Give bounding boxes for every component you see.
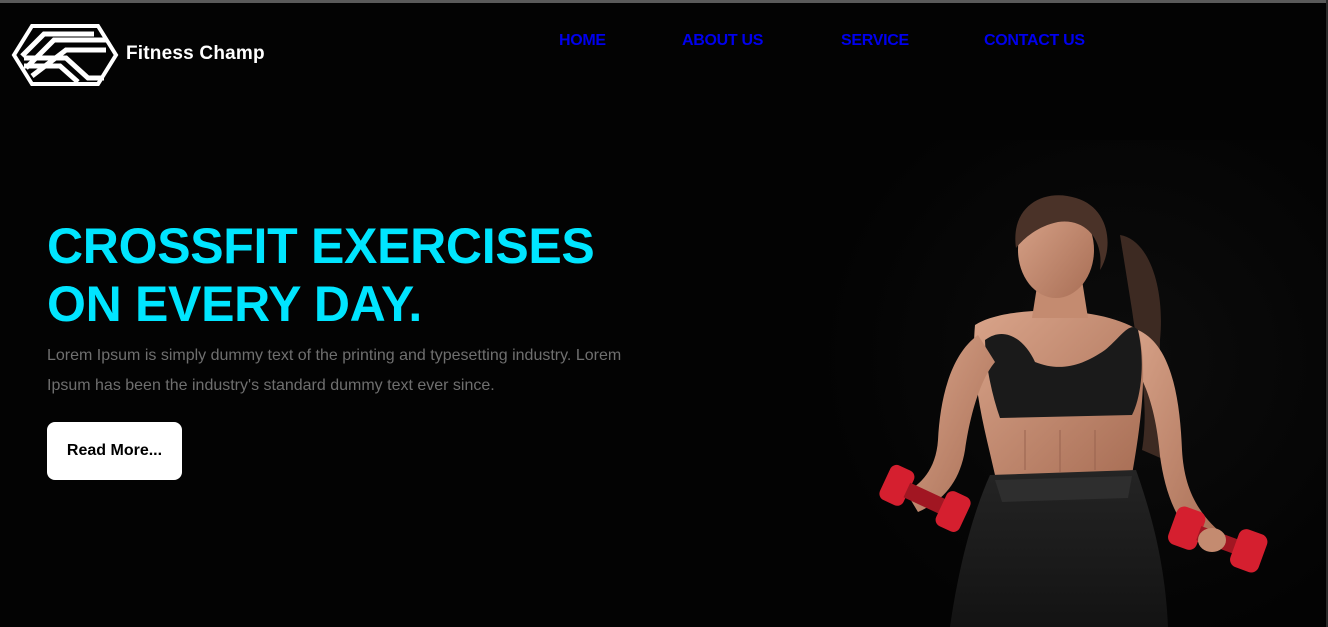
nav-link-home[interactable]: HOME xyxy=(559,32,606,50)
nav-link-contact-us[interactable]: CONTACT US xyxy=(984,32,1085,50)
nav-link-service[interactable]: SERVICE xyxy=(841,32,909,50)
main-nav: HOME ABOUT US SERVICE CONTACT US xyxy=(0,32,1328,52)
hero-description: Lorem Ipsum is simply dummy text of the … xyxy=(47,347,622,394)
hero-title-line-2: ON EVERY DAY. xyxy=(47,276,422,332)
top-border xyxy=(0,0,1328,3)
page: Fitness Champ HOME ABOUT US SERVICE CONT… xyxy=(0,0,1328,627)
read-more-button[interactable]: Read More... xyxy=(47,422,182,480)
hero-athlete-image xyxy=(820,140,1325,627)
hero-title: CROSSFIT EXERCISES ON EVERY DAY. xyxy=(47,217,595,333)
nav-link-about-us[interactable]: ABOUT US xyxy=(682,32,763,50)
hero-title-line-1: CROSSFIT EXERCISES xyxy=(47,218,595,274)
